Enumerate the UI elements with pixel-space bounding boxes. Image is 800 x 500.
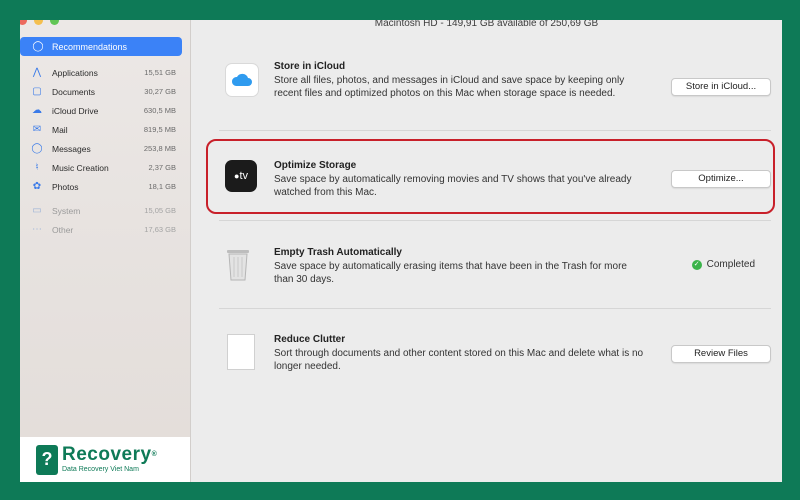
sidebar-item-size: 15,51 GB bbox=[144, 68, 176, 77]
document-icon: ▢ bbox=[32, 86, 42, 97]
sidebar-item-label: Documents bbox=[52, 86, 95, 97]
recommendation-optimize-storage: ● tv Optimize Storage Save space by autom… bbox=[219, 160, 771, 198]
applications-icon: ⋀ bbox=[32, 67, 42, 78]
sidebar-item-applications[interactable]: ⋀ Applications 15,51 GB bbox=[20, 63, 190, 82]
divider bbox=[219, 130, 771, 131]
recovery-logo: ? Recovery® Data Recovery Viet Nam bbox=[20, 437, 190, 482]
sidebar-item-label: Applications bbox=[52, 67, 98, 78]
zoom-window-button[interactable] bbox=[50, 20, 59, 25]
divider bbox=[219, 220, 771, 221]
store-in-icloud-button[interactable]: Store in iCloud... bbox=[671, 78, 771, 96]
status-label: Completed bbox=[706, 259, 755, 270]
sidebar-item-label: iCloud Drive bbox=[52, 105, 99, 116]
sidebar-item-label: Other bbox=[52, 224, 74, 235]
registered-mark: ® bbox=[151, 451, 158, 458]
disk-usage-title: Macintosh HD - 149,91 GB available of 25… bbox=[374, 20, 599, 29]
sidebar-item-label: Music Creation bbox=[52, 162, 109, 173]
mail-icon: ✉ bbox=[32, 124, 42, 135]
recommendation-title: Store in iCloud bbox=[274, 61, 346, 72]
icloud-icon bbox=[225, 63, 259, 97]
recommendation-reduce-clutter: Reduce Clutter Sort through documents an… bbox=[219, 334, 771, 374]
sidebar-item-label: Messages bbox=[52, 143, 91, 154]
keyhole-logo-icon: ? bbox=[36, 444, 58, 475]
recommendation-description: Sort through documents and other content… bbox=[274, 348, 644, 372]
sidebar-item-label: System bbox=[52, 205, 81, 216]
recommendation-empty-trash: Empty Trash Automatically Save space by … bbox=[219, 247, 771, 287]
sidebar-item-size: 30,27 GB bbox=[144, 87, 176, 96]
lightbulb-icon: ◯ bbox=[32, 41, 44, 52]
sidebar-item-other[interactable]: ⋯ Other 17,63 GB bbox=[20, 220, 190, 239]
sidebar-item-recommendations[interactable]: ◯ Recommendations bbox=[20, 37, 182, 56]
logo-name: Recovery bbox=[62, 444, 152, 465]
sidebar-item-system[interactable]: ▭ System 15,05 GB bbox=[20, 201, 190, 220]
recommendations-panel: Macintosh HD - 149,91 GB available of 25… bbox=[191, 20, 782, 482]
sidebar-item-size: 819,5 MB bbox=[143, 125, 176, 134]
storage-management-window: ◯ Recommendations ⋀ Applications 15,51 G… bbox=[20, 20, 782, 482]
optimize-button[interactable]: Optimize... bbox=[671, 170, 771, 188]
sidebar-item-photos[interactable]: ✿ Photos 18,1 GB bbox=[20, 177, 190, 196]
minimize-window-button[interactable] bbox=[34, 20, 43, 25]
sidebar-item-size: 2,37 GB bbox=[148, 163, 176, 172]
apple-tv-icon: ● tv bbox=[225, 160, 257, 192]
recommendation-title: Optimize Storage bbox=[274, 160, 357, 171]
recommendation-description: Save space by automatically removing mov… bbox=[274, 174, 632, 198]
sidebar-item-size: 18,1 GB bbox=[148, 182, 176, 191]
review-files-button[interactable]: Review Files bbox=[671, 345, 771, 363]
sidebar-item-mail[interactable]: ✉ Mail 819,5 MB bbox=[20, 120, 190, 139]
tv-icon-label: tv bbox=[239, 170, 248, 182]
close-window-button[interactable] bbox=[20, 20, 27, 25]
sidebar-item-label: Photos bbox=[52, 181, 79, 192]
recommendation-description: Save space by automatically erasing item… bbox=[274, 261, 627, 285]
sidebar-item-messages[interactable]: ◯ Messages 253,8 MB bbox=[20, 139, 190, 158]
photos-icon: ✿ bbox=[32, 181, 42, 192]
recommendation-icloud: Store in iCloud Store all files, photos,… bbox=[219, 61, 771, 116]
recommendation-description: Store all files, photos, and messages in… bbox=[274, 75, 625, 99]
sidebar-item-label: Mail bbox=[52, 124, 68, 135]
messages-icon: ◯ bbox=[31, 143, 43, 154]
sidebar-item-size: 253,8 MB bbox=[143, 144, 176, 153]
cloud-icon: ☁ bbox=[32, 105, 42, 116]
sidebar-item-label: Recommendations bbox=[52, 41, 128, 52]
sidebar: ◯ Recommendations ⋀ Applications 15,51 G… bbox=[20, 20, 191, 482]
document-icon bbox=[227, 334, 255, 370]
completed-status: ✓ Completed bbox=[691, 259, 755, 270]
other-icon: ⋯ bbox=[32, 224, 42, 235]
sidebar-item-size: 17,63 GB bbox=[144, 225, 176, 234]
sidebar-item-documents[interactable]: ▢ Documents 30,27 GB bbox=[20, 82, 190, 101]
recommendation-title: Reduce Clutter bbox=[274, 334, 346, 345]
logo-tagline: Data Recovery Viet Nam bbox=[62, 466, 139, 473]
checkmark-icon: ✓ bbox=[691, 259, 702, 270]
divider bbox=[219, 308, 771, 309]
sidebar-item-music-creation[interactable]: ♮ Music Creation 2,37 GB bbox=[20, 158, 190, 177]
sidebar-item-icloud-drive[interactable]: ☁ iCloud Drive 630,5 MB bbox=[20, 101, 190, 120]
sidebar-category-list: ⋀ Applications 15,51 GB ▢ Documents 30,2… bbox=[20, 63, 190, 239]
trash-icon bbox=[225, 247, 257, 281]
music-icon: ♮ bbox=[35, 162, 39, 173]
sidebar-item-size: 630,5 MB bbox=[143, 106, 176, 115]
recommendation-title: Empty Trash Automatically bbox=[274, 247, 402, 258]
system-icon: ▭ bbox=[32, 205, 42, 216]
sidebar-item-size: 15,05 GB bbox=[144, 206, 176, 215]
